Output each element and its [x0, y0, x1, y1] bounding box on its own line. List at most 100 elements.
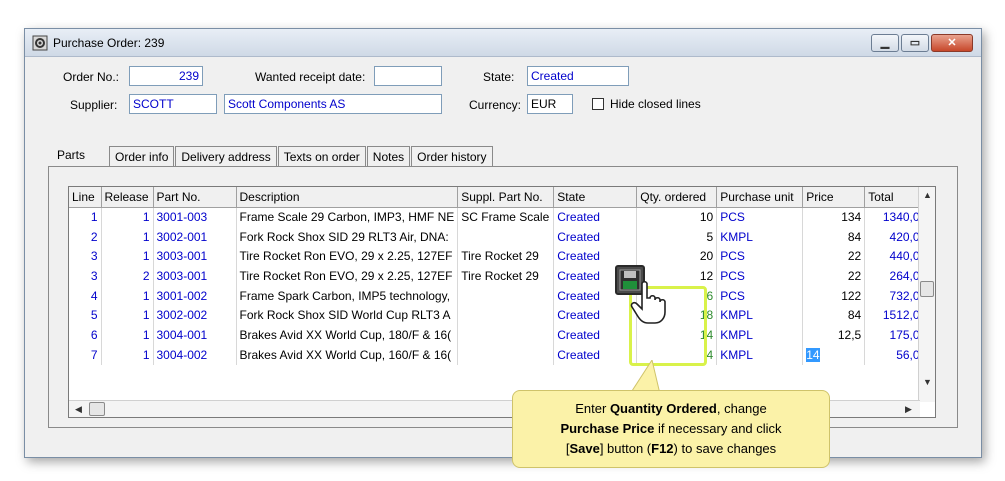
qty-cell[interactable]: 10 — [636, 207, 718, 227]
release-cell: 1 — [101, 207, 154, 227]
line-cell: 4 — [69, 285, 102, 306]
part-no-cell[interactable]: 3004-001 — [153, 325, 237, 345]
release-cell: 1 — [101, 325, 154, 345]
wanted-receipt-field[interactable] — [374, 66, 442, 86]
description-cell: Brakes Avid XX World Cup, 160/F & 16( — [236, 344, 459, 365]
horizontal-scroll-thumb[interactable] — [89, 402, 105, 416]
scroll-up-icon[interactable]: ▲ — [923, 190, 932, 200]
tab-order-history[interactable]: Order history — [411, 146, 493, 168]
col-purchase-unit[interactable]: Purchase unit — [716, 187, 804, 208]
suppl-part-cell — [457, 344, 555, 365]
maximize-button[interactable]: ▭ — [901, 34, 929, 52]
callout-line-3: [Save] button (F12) to save changes — [565, 441, 777, 456]
supplier-code-field[interactable]: SCOTT — [129, 94, 217, 114]
unit-cell: PCS — [716, 246, 804, 267]
price-cell[interactable]: 22 — [802, 266, 866, 286]
line-cell: 3 — [69, 266, 102, 286]
table-row[interactable]: 6 1 3004-001 Brakes Avid XX World Cup, 1… — [69, 325, 931, 345]
maximize-icon: ▭ — [909, 37, 921, 49]
tab-order-info[interactable]: Order info — [109, 146, 175, 168]
col-suppl-part-no[interactable]: Suppl. Part No. — [457, 187, 555, 208]
unit-cell: PCS — [716, 266, 804, 286]
price-cell[interactable]: 134 — [802, 207, 866, 227]
tab-delivery-address[interactable]: Delivery address — [175, 146, 277, 168]
price-edit-selection[interactable]: 14 — [806, 347, 820, 362]
line-cell: 7 — [69, 344, 102, 365]
part-no-cell[interactable]: 3003-001 — [153, 246, 237, 267]
callout-line-1: Enter Quantity Ordered, change — [575, 401, 767, 416]
qty-cell[interactable]: 5 — [636, 226, 718, 247]
table-row[interactable]: 3 1 3003-001 Tire Rocket Ron EVO, 29 x 2… — [69, 246, 931, 267]
price-cell[interactable]: 14 — [802, 344, 866, 365]
col-state[interactable]: State — [553, 187, 638, 208]
table-row[interactable]: 7 1 3004-002 Brakes Avid XX World Cup, 1… — [69, 344, 931, 365]
price-cell[interactable]: 12,5 — [802, 325, 866, 345]
order-lines-grid: Line Release Part No. Description Suppl.… — [68, 186, 936, 418]
price-cell[interactable]: 22 — [802, 246, 866, 267]
description-cell: Fork Rock Shox SID World Cup RLT3 A — [236, 305, 459, 326]
tab-texts-on-order[interactable]: Texts on order — [277, 146, 366, 168]
price-cell[interactable]: 84 — [802, 305, 866, 326]
scroll-right-icon[interactable]: ▶ — [905, 404, 912, 415]
suppl-part-cell — [457, 226, 555, 247]
price-cell[interactable]: 122 — [802, 285, 866, 306]
unit-cell: PCS — [716, 285, 804, 306]
state-label: State: — [483, 70, 515, 84]
minimize-button[interactable]: ▁ — [871, 34, 899, 52]
state-cell: Created — [553, 246, 638, 267]
scroll-left-icon[interactable]: ◀ — [75, 404, 82, 415]
close-icon: ✕ — [947, 37, 957, 49]
table-row[interactable]: 4 1 3001-002 Frame Spark Carbon, IMP5 te… — [69, 285, 931, 306]
part-no-cell[interactable]: 3003-001 — [153, 266, 237, 286]
col-description[interactable]: Description — [236, 187, 459, 208]
col-qty-ordered[interactable]: Qty. ordered — [636, 187, 718, 208]
instruction-callout: Enter Quantity Ordered, change Purchase … — [512, 390, 830, 468]
release-cell: 1 — [101, 226, 154, 247]
price-cell[interactable]: 84 — [802, 226, 866, 247]
callout-pointer — [630, 360, 661, 394]
state-cell: Created — [553, 344, 638, 365]
hide-closed-checkbox[interactable] — [592, 98, 604, 110]
col-line[interactable]: Line — [69, 187, 102, 208]
app-gear-icon — [32, 35, 48, 51]
tab-parts[interactable]: Parts — [52, 143, 90, 168]
qty-cell[interactable]: 20 — [636, 246, 718, 267]
tab-notes[interactable]: Notes — [366, 146, 411, 168]
state-field: Created — [527, 66, 629, 86]
description-cell: Brakes Avid XX World Cup, 180/F & 16( — [236, 325, 459, 345]
vertical-scroll-thumb[interactable] — [920, 281, 934, 297]
state-cell: Created — [553, 226, 638, 247]
title-bar[interactable]: Purchase Order: 239 ▁ ▭ ✕ — [25, 29, 981, 57]
suppl-part-cell — [457, 285, 555, 306]
minimize-icon: ▁ — [880, 37, 890, 49]
order-no-field[interactable]: 239 — [129, 66, 203, 86]
line-cell: 3 — [69, 246, 102, 267]
suppl-part-cell — [457, 305, 555, 326]
part-no-cell[interactable]: 3004-002 — [153, 344, 237, 365]
release-cell: 1 — [101, 285, 154, 306]
table-row[interactable]: 5 1 3002-002 Fork Rock Shox SID World Cu… — [69, 305, 931, 326]
part-no-cell[interactable]: 3001-003 — [153, 207, 237, 227]
part-no-cell[interactable]: 3002-002 — [153, 305, 237, 326]
currency-label: Currency: — [469, 98, 522, 112]
table-row[interactable]: 3 2 3003-001 Tire Rocket Ron EVO, 29 x 2… — [69, 266, 931, 286]
tab-strip: Parts Order info Delivery address Texts … — [52, 146, 494, 168]
scroll-down-icon[interactable]: ▼ — [923, 377, 932, 387]
state-cell: Created — [553, 207, 638, 227]
table-row[interactable]: 1 1 3001-003 Frame Scale 29 Carbon, IMP3… — [69, 207, 931, 227]
suppl-part-cell: Tire Rocket 29 — [457, 266, 555, 286]
currency-field[interactable]: EUR — [527, 94, 573, 114]
release-cell: 2 — [101, 266, 154, 286]
vertical-scrollbar[interactable]: ▲ ▼ — [918, 187, 935, 402]
col-release[interactable]: Release — [101, 187, 154, 208]
col-part-no[interactable]: Part No. — [153, 187, 237, 208]
part-no-cell[interactable]: 3002-001 — [153, 226, 237, 247]
close-button[interactable]: ✕ — [931, 34, 973, 52]
col-price[interactable]: Price — [802, 187, 866, 208]
description-cell: Tire Rocket Ron EVO, 29 x 2.25, 127EF — [236, 246, 459, 267]
part-no-cell[interactable]: 3001-002 — [153, 285, 237, 306]
table-row[interactable]: 2 1 3002-001 Fork Rock Shox SID 29 RLT3 … — [69, 226, 931, 247]
unit-cell: KMPL — [716, 226, 804, 247]
unit-cell: KMPL — [716, 325, 804, 345]
hide-closed-label: Hide closed lines — [610, 97, 701, 111]
